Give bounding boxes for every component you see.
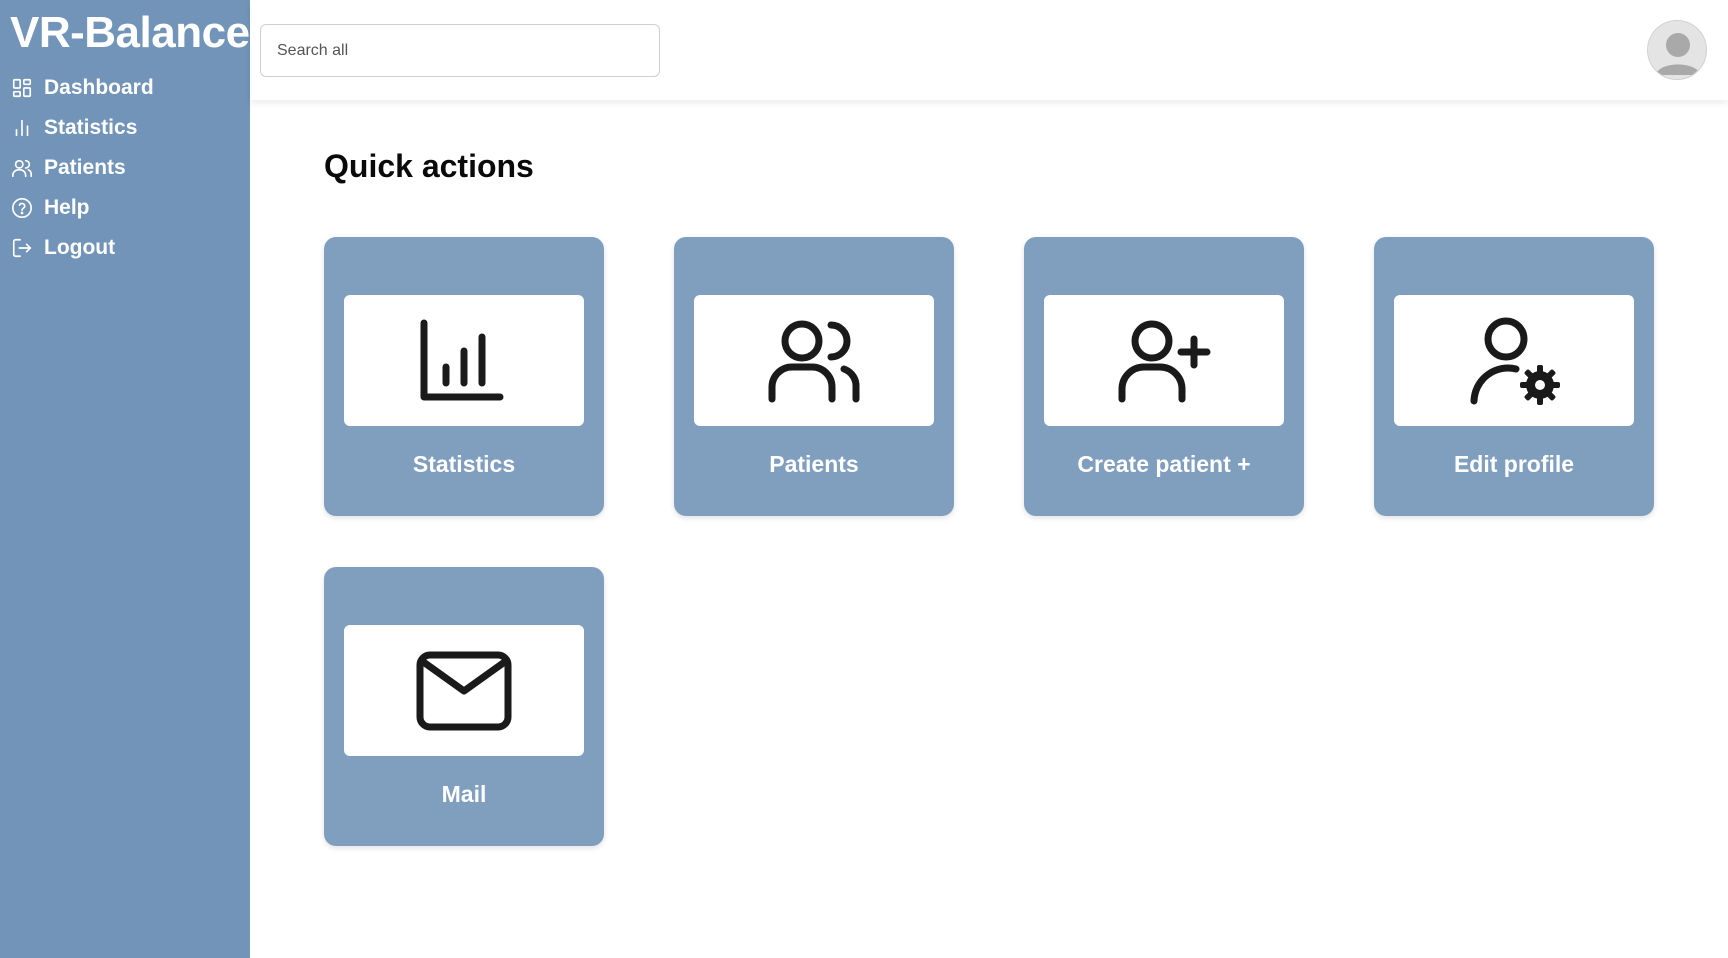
search-input[interactable] <box>260 24 660 77</box>
quick-action-patients[interactable]: Patients <box>674 237 954 516</box>
quick-action-statistics[interactable]: Statistics <box>324 237 604 516</box>
page-title: Quick actions <box>324 148 534 184</box>
sidebar-item-logout[interactable]: Logout <box>0 228 250 268</box>
card-label: Mail <box>441 781 487 807</box>
sidebar-item-help[interactable]: Help <box>0 188 250 228</box>
user-avatar-icon[interactable] <box>1647 20 1707 80</box>
user-settings-icon <box>1470 317 1560 405</box>
card-icon-box <box>694 295 934 426</box>
users-icon <box>11 157 33 179</box>
app-root: VR-Balance Dashboard Statistics Patients… <box>0 0 1728 958</box>
mail-icon <box>416 651 512 730</box>
bar-chart-icon <box>420 319 504 400</box>
user-plus-icon <box>1118 320 1211 402</box>
sidebar-item-dashboard[interactable]: Dashboard <box>0 68 250 108</box>
brand-logo-text[interactable]: VR-Balance <box>10 8 250 58</box>
sidebar-item-label: Statistics <box>44 116 138 139</box>
card-label: Patients <box>769 451 859 477</box>
users-icon <box>768 320 860 402</box>
help-circle-icon <box>11 197 33 219</box>
bar-chart-icon <box>11 117 33 139</box>
sidebar-item-label: Patients <box>44 156 126 179</box>
quick-action-edit-profile[interactable]: Edit profile <box>1374 237 1654 516</box>
quick-action-mail[interactable]: Mail <box>324 567 604 846</box>
card-label: Create patient + <box>1077 451 1251 477</box>
card-icon-box <box>344 295 584 426</box>
logout-icon <box>11 237 33 259</box>
sidebar-item-label: Dashboard <box>44 76 154 99</box>
sidebar: VR-Balance Dashboard Statistics Patients… <box>0 0 250 958</box>
sidebar-nav: Dashboard Statistics Patients Help Logou… <box>0 68 250 268</box>
dashboard-icon <box>11 77 33 99</box>
top-header <box>250 0 1728 100</box>
sidebar-item-patients[interactable]: Patients <box>0 148 250 188</box>
sidebar-item-label: Help <box>44 196 90 219</box>
sidebar-item-statistics[interactable]: Statistics <box>0 108 250 148</box>
card-icon-box <box>1394 295 1634 426</box>
card-icon-box <box>344 625 584 756</box>
sidebar-item-label: Logout <box>44 236 116 259</box>
card-label: Edit profile <box>1453 451 1575 477</box>
card-icon-box <box>1044 295 1284 426</box>
quick-action-create-patient[interactable]: Create patient + <box>1024 237 1304 516</box>
card-label: Statistics <box>412 451 516 477</box>
